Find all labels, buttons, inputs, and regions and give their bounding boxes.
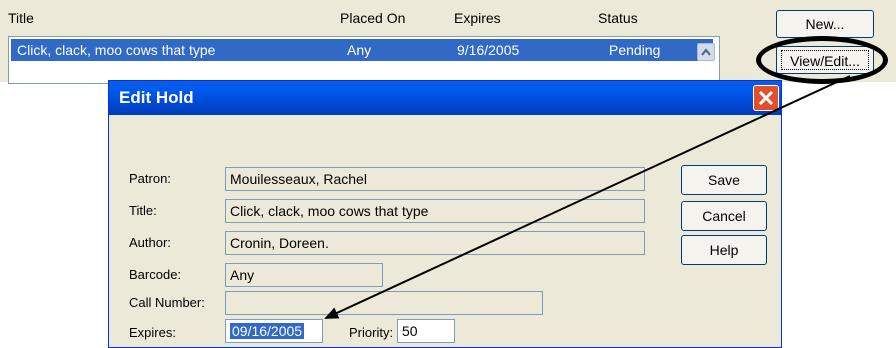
row-status: Pending <box>609 42 661 58</box>
call-number-label: Call Number: <box>129 295 205 310</box>
holds-list[interactable]: Click, clack, moo cows that type Any 9/1… <box>8 36 720 84</box>
expires-label: Expires: <box>129 325 176 340</box>
close-button[interactable] <box>753 85 779 111</box>
author-field: Cronin, Doreen. <box>225 231 645 255</box>
cancel-button[interactable]: Cancel <box>681 201 767 231</box>
save-button[interactable]: Save <box>681 165 767 195</box>
column-header-placed-on[interactable]: Placed On <box>340 10 405 26</box>
barcode-label: Barcode: <box>129 267 182 282</box>
column-header-status[interactable]: Status <box>598 10 638 26</box>
column-header-expires[interactable]: Expires <box>454 10 501 26</box>
title-field: Click, clack, moo cows that type <box>225 199 645 223</box>
column-header-title[interactable]: Title <box>8 10 34 26</box>
barcode-field: Any <box>225 263 383 287</box>
dialog-title: Edit Hold <box>119 88 194 107</box>
holds-list-window: Title Placed On Expires Status Click, cl… <box>0 0 896 84</box>
list-row-selected[interactable]: Click, clack, moo cows that type Any 9/1… <box>10 38 715 62</box>
row-placed-on: Any <box>347 42 372 58</box>
dialog-titlebar[interactable]: Edit Hold <box>109 81 781 115</box>
highlight-circle <box>756 36 888 84</box>
row-title: Click, clack, moo cows that type <box>17 42 216 58</box>
patron-label: Patron: <box>129 171 171 186</box>
row-expires: 9/16/2005 <box>457 42 520 58</box>
close-icon <box>758 90 774 106</box>
author-label: Author: <box>129 235 171 250</box>
priority-label: Priority: <box>349 325 394 340</box>
help-button[interactable]: Help <box>681 235 767 265</box>
new-button[interactable]: New... <box>776 10 874 38</box>
expires-input[interactable]: 09/16/2005 <box>225 319 323 343</box>
priority-input[interactable]: 50 <box>397 319 455 343</box>
edit-hold-dialog: Edit Hold Patron: Mouilesseaux, Rachel T… <box>108 80 782 348</box>
scroll-up-icon <box>701 48 711 56</box>
patron-field: Mouilesseaux, Rachel <box>225 167 645 191</box>
scroll-up-button[interactable] <box>697 43 715 61</box>
call-number-field <box>225 291 543 315</box>
expires-value: 09/16/2005 <box>230 323 305 339</box>
title-label: Title: <box>129 203 157 218</box>
